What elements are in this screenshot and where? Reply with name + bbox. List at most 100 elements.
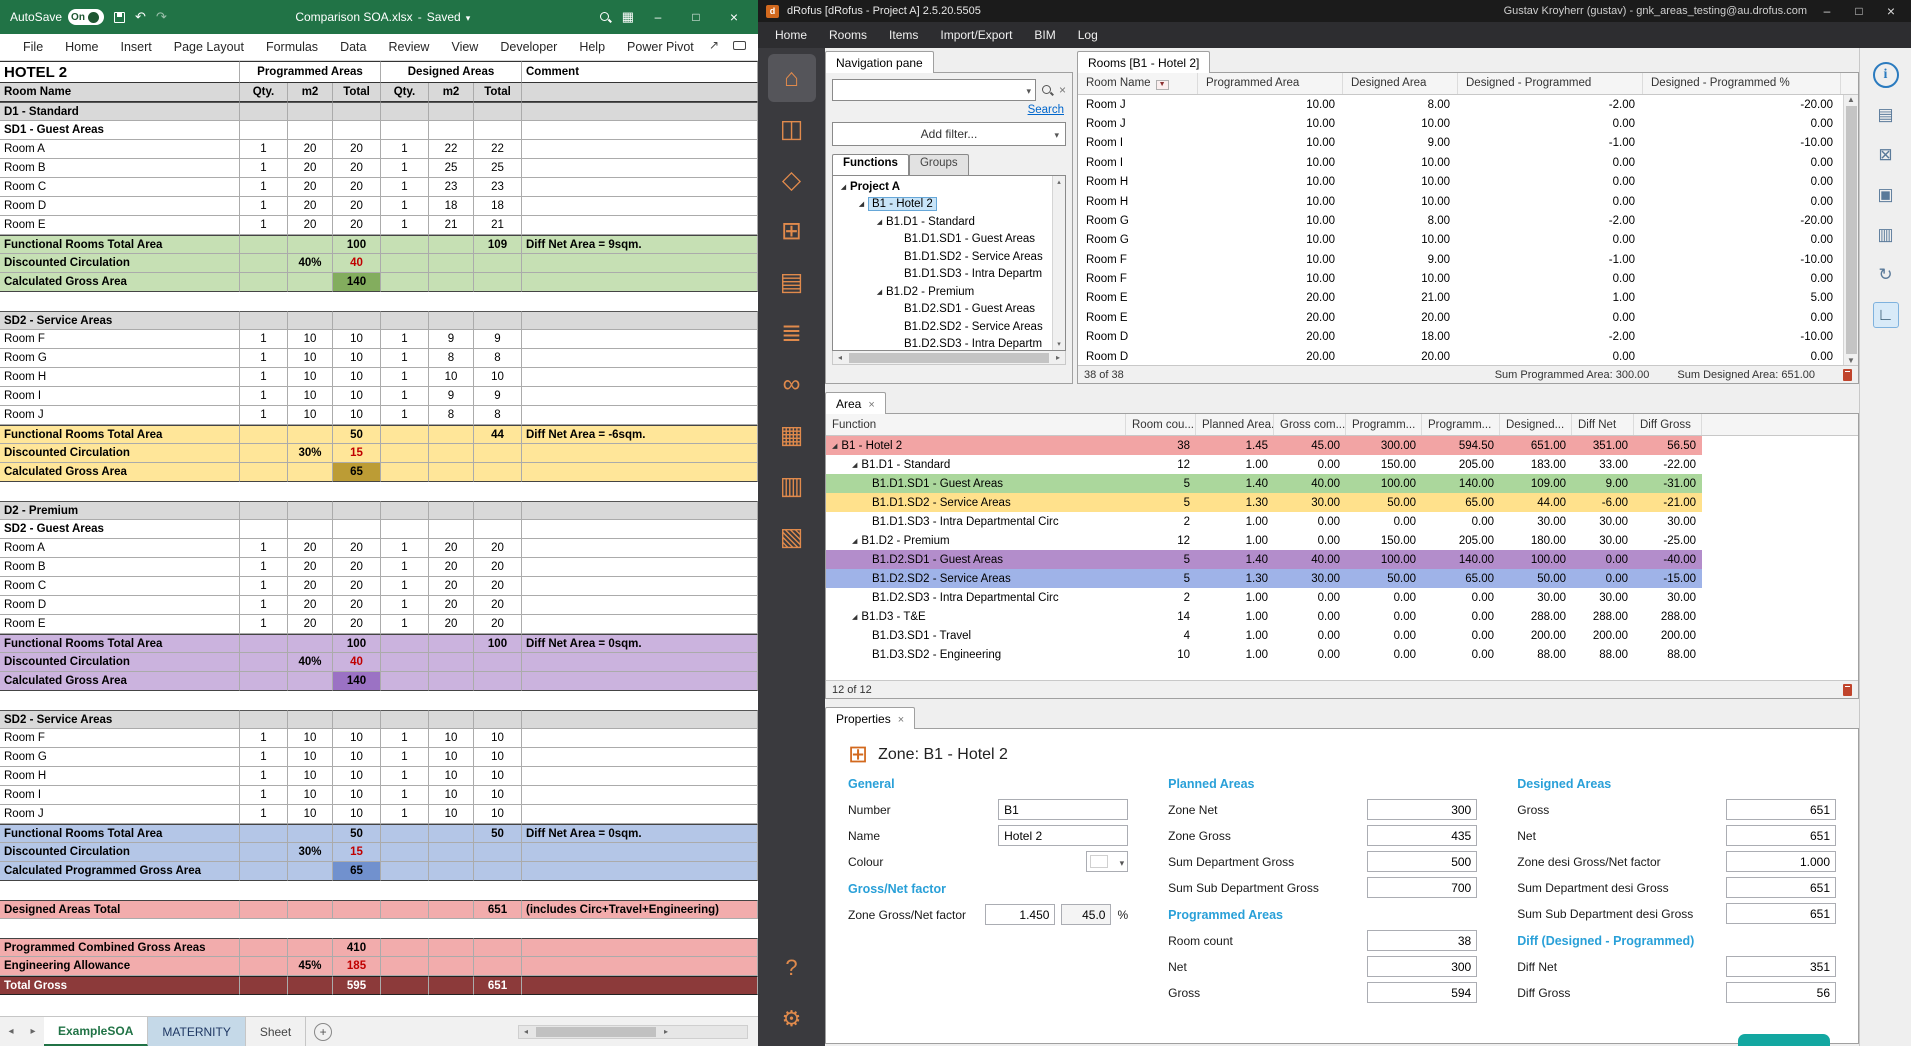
designed-total-cell[interactable]: 9	[474, 387, 522, 406]
expand-arrow-icon[interactable]	[837, 183, 850, 191]
programmed-areas-header[interactable]: Programmed Areas	[240, 61, 381, 83]
designed-m2-cell[interactable]: 10	[429, 368, 474, 387]
row-label-cell[interactable]: Room E	[0, 615, 240, 634]
designed-m2-cell[interactable]	[429, 938, 474, 957]
designed-m2-cell[interactable]: 9	[429, 330, 474, 349]
programmed-m2-cell[interactable]: 20	[288, 539, 333, 558]
programmed-total-cell[interactable]: 10	[333, 368, 381, 387]
comment-cell[interactable]	[522, 121, 758, 140]
designed-qty-cell[interactable]	[381, 444, 429, 463]
sheet-tab[interactable]: ExampleSOA	[44, 1017, 148, 1046]
designed-total-cell[interactable]: 20	[474, 615, 522, 634]
designed-total-cell[interactable]: 10	[474, 748, 522, 767]
column-header-designed-area[interactable]: Designed Area	[1343, 73, 1458, 94]
designed-total-cell[interactable]: 651	[474, 900, 522, 919]
comment-cell[interactable]	[522, 938, 758, 957]
sheet-row[interactable]: Room D 1 20 20 1 18 18	[0, 197, 758, 216]
programmed-qty-cell[interactable]	[240, 957, 288, 976]
designed-qty-cell[interactable]: 1	[381, 349, 429, 368]
designed-qty-cell[interactable]	[381, 292, 429, 311]
designed-total-cell[interactable]	[474, 672, 522, 691]
sheet-row[interactable]: Room A 1 20 20 1 20 20	[0, 539, 758, 558]
menu-item[interactable]: Log	[1067, 24, 1109, 46]
programmed-qty-cell[interactable]	[240, 520, 288, 539]
programmed-total-cell[interactable]: 15	[333, 444, 381, 463]
programmed-qty-cell[interactable]	[240, 292, 288, 311]
programmed-m2-cell[interactable]	[288, 900, 333, 919]
save-icon[interactable]	[114, 12, 125, 23]
sheet-row[interactable]: Room G 1 10 10 1 8 8	[0, 349, 758, 368]
designed-total-cell[interactable]: 25	[474, 159, 522, 178]
room-row[interactable]: Room F 10.00 9.00 -1.00 -10.00	[1078, 250, 1858, 269]
row-label-cell[interactable]: Discounted Circulation	[0, 254, 240, 273]
comment-cell[interactable]	[522, 558, 758, 577]
room-row[interactable]: Room D 20.00 20.00 0.00 0.00	[1078, 347, 1858, 365]
comment-cell[interactable]	[522, 178, 758, 197]
programmed-qty-cell[interactable]: 1	[240, 596, 288, 615]
comment-cell[interactable]	[522, 691, 758, 710]
designed-m2-cell[interactable]: 20	[429, 577, 474, 596]
designed-gross-field[interactable]	[1726, 799, 1836, 820]
comment-cell[interactable]	[522, 881, 758, 900]
tree-item[interactable]: Project A	[833, 178, 1065, 196]
row-label-cell[interactable]: Functional Rooms Total Area	[0, 235, 240, 254]
row-label-cell[interactable]: Functional Rooms Total Area	[0, 425, 240, 444]
designed-qty-cell[interactable]	[381, 520, 429, 539]
sheet-row[interactable]	[0, 292, 758, 311]
undo-icon[interactable]: ↶	[135, 9, 146, 25]
programmed-total-cell[interactable]: 65	[333, 463, 381, 482]
info-icon[interactable]: i	[1873, 62, 1899, 88]
designed-qty-cell[interactable]: 1	[381, 178, 429, 197]
designed-qty-cell[interactable]	[381, 919, 429, 938]
column-header-designed-programmed-pct[interactable]: Designed - Programmed %	[1643, 73, 1841, 94]
area-row[interactable]: B1.D3.SD1 - Travel 4 1.00 0.00 0.00 0.00…	[826, 626, 1702, 645]
designed-m2-cell[interactable]	[429, 653, 474, 672]
programmed-qty-cell[interactable]	[240, 976, 288, 995]
designed-qty-cell[interactable]: 1	[381, 786, 429, 805]
expand-arrow-icon[interactable]	[873, 288, 886, 296]
designed-m2-cell[interactable]	[429, 482, 474, 501]
sheet-row[interactable]: SD1 - Guest Areas	[0, 121, 758, 140]
sheet-row[interactable]	[0, 881, 758, 900]
programmed-qty-cell[interactable]	[240, 463, 288, 482]
programmed-qty-cell[interactable]: 1	[240, 368, 288, 387]
programmed-qty-cell[interactable]	[240, 634, 288, 653]
area-row[interactable]: B1.D2.SD3 - Intra Departmental Circ 2 1.…	[826, 588, 1702, 607]
programmed-total-cell[interactable]	[333, 520, 381, 539]
comment-cell[interactable]	[522, 539, 758, 558]
row-label-cell[interactable]: Room B	[0, 558, 240, 577]
designed-qty-cell[interactable]	[381, 824, 429, 843]
designed-total-cell[interactable]	[474, 482, 522, 501]
menu-item[interactable]: Items	[878, 24, 929, 46]
comments-icon[interactable]	[733, 41, 746, 50]
programmed-m2-cell[interactable]: 20	[288, 159, 333, 178]
comment-cell[interactable]	[522, 463, 758, 482]
programmed-qty-cell[interactable]	[240, 710, 288, 729]
programmed-total-cell[interactable]: 20	[333, 178, 381, 197]
programmed-total-cell[interactable]	[333, 311, 381, 330]
designed-net-field[interactable]	[1726, 825, 1836, 846]
programmed-qty-cell[interactable]: 1	[240, 786, 288, 805]
close-button[interactable]	[720, 9, 748, 25]
sheet-title-cell[interactable]: HOTEL 2	[0, 61, 240, 83]
programmed-qty-cell[interactable]	[240, 121, 288, 140]
designed-total-cell[interactable]	[474, 710, 522, 729]
row-label-cell[interactable]: SD1 - Guest Areas	[0, 121, 240, 140]
autosave-toggle[interactable]: AutoSave On	[10, 9, 104, 25]
programmed-qty-cell[interactable]: 1	[240, 330, 288, 349]
programmed-qty-cell[interactable]: 1	[240, 577, 288, 596]
horizontal-scrollbar[interactable]: ◂ ▸	[518, 1025, 748, 1039]
comment-cell[interactable]	[522, 368, 758, 387]
sheet-row[interactable]: Room B 1 20 20 1 20 20	[0, 558, 758, 577]
scrollbar-thumb[interactable]	[536, 1027, 656, 1037]
sheet-row[interactable]: Discounted Circulation 40% 40	[0, 653, 758, 672]
designed-m2-cell[interactable]	[429, 710, 474, 729]
designed-qty-cell[interactable]: 1	[381, 197, 429, 216]
sheet-row[interactable]: Calculated Gross Area 140	[0, 672, 758, 691]
comment-cell[interactable]	[522, 501, 758, 520]
designed-m2-cell[interactable]	[429, 672, 474, 691]
sheet-row[interactable]: Engineering Allowance 45% 185	[0, 957, 758, 976]
row-label-cell[interactable]: Engineering Allowance	[0, 957, 240, 976]
designed-m2-cell[interactable]	[429, 919, 474, 938]
sheet-row[interactable]: Functional Rooms Total Area 100 109 Diff…	[0, 235, 758, 254]
